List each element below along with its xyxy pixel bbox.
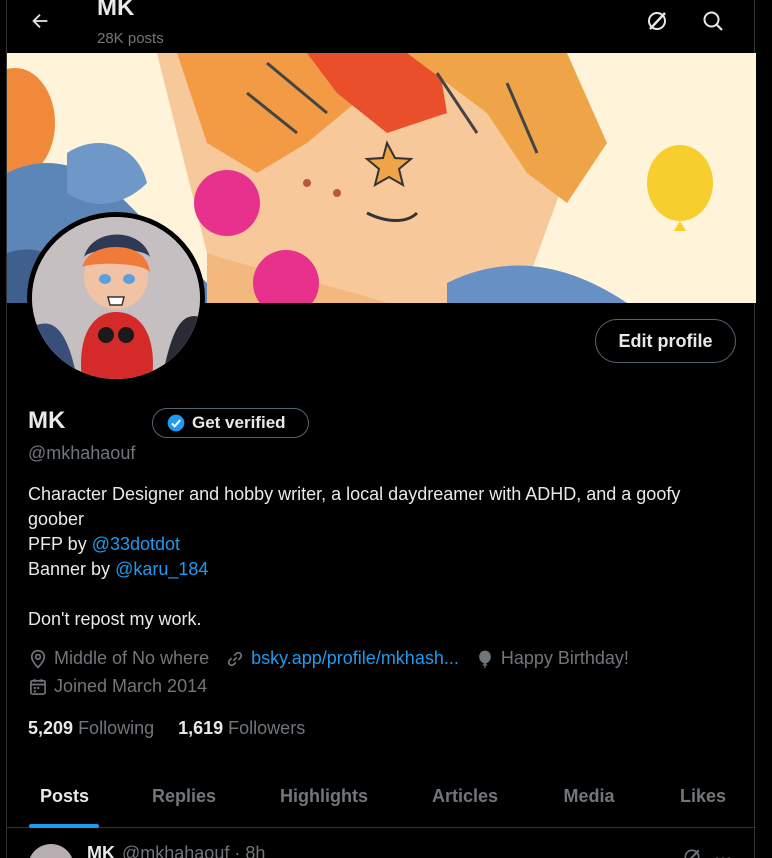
tab-posts[interactable]: Posts [7,765,122,828]
birthday-text: Happy Birthday! [500,648,629,668]
followers-label: Followers [228,718,306,738]
bio-blank-line [28,582,738,607]
bio-line: Banner by @karu_184 [28,557,738,582]
birthday-item: Happy Birthday! [475,648,629,669]
tab-replies[interactable]: Replies [122,765,246,828]
profile-bio: Character Designer and hobby writer, a l… [28,482,738,632]
profile-column: MK 28K posts Edit profile MK Get verifie… [6,0,756,858]
search-button[interactable] [696,4,730,38]
bio-banner-link[interactable]: @karu_184 [115,559,208,579]
post-avatar[interactable] [28,844,74,858]
tab-media[interactable]: Media [528,765,650,828]
balloon-icon [479,650,491,668]
joined-item: Joined March 2014 [28,676,207,697]
followers-count: 1,619 [178,718,224,738]
calendar-icon [30,678,46,695]
profile-tabs: Posts Replies Highlights Articles Media … [7,765,756,828]
tab-label: Likes [679,786,727,806]
profile-meta-row-2: Joined March 2014 [28,676,223,697]
edit-profile-button[interactable]: Edit profile [595,319,736,363]
joined-text: Joined March 2014 [54,676,208,696]
bio-banner-prefix: Banner by [28,559,116,579]
tab-highlights[interactable]: Highlights [246,765,402,828]
verified-badge-icon [167,414,185,432]
tab-label: Media [563,786,615,806]
active-tab-indicator [29,824,99,828]
get-verified-label: Get verified [192,413,286,432]
bio-pfp-link[interactable]: @33dotdot [92,534,180,554]
location-item: Middle of No where [28,648,209,669]
tab-label: Posts [39,786,90,806]
post-author-name[interactable]: MK [87,843,115,858]
location-text: Middle of No where [54,648,210,668]
profile-name: MK [28,407,66,434]
grok-icon[interactable] [682,847,702,858]
profile-handle: @mkhahaouf [28,443,136,463]
profile-avatar[interactable] [27,212,205,384]
bio-line: Don't repost my work. [28,609,202,629]
bio-line: PFP by @33dotdot [28,532,738,557]
header-post-count: 28K posts [97,30,164,47]
tab-likes[interactable]: Likes [650,765,756,828]
tab-label: Highlights [280,786,368,806]
profile-header: MK 28K posts [7,0,754,53]
more-options-icon[interactable] [712,849,734,858]
grok-icon [648,12,666,30]
get-verified-button[interactable]: Get verified [152,408,309,438]
profile-meta-row: Middle of No where bsky.app/profile/mkha… [28,648,645,669]
grok-button[interactable] [640,4,674,38]
tab-articles[interactable]: Articles [402,765,528,828]
following-label: Following [78,718,155,738]
back-button[interactable] [23,4,57,38]
bio-line: Character Designer and hobby writer, a l… [28,484,681,529]
website-link[interactable]: bsky.app/profile/mkhash... [251,648,459,669]
arrow-left-icon [32,13,48,29]
avatar-illustration [32,217,200,379]
search-icon [703,11,723,31]
post-item[interactable]: MK @mkhahaouf · 8h [7,829,756,858]
location-pin-icon [30,649,46,668]
following-link[interactable]: 5,209 Following [28,718,154,739]
link-icon [227,651,243,666]
header-title: MK [97,0,135,21]
tab-label: Replies [151,786,217,806]
website-item[interactable]: bsky.app/profile/mkhash... [225,648,459,669]
follow-counts: 5,209 Following 1,619 Followers [28,718,305,739]
post-author-handle: @mkhahaouf · 8h [122,843,266,858]
following-count: 5,209 [28,718,74,738]
bio-pfp-prefix: PFP by [28,534,92,554]
followers-link[interactable]: 1,619 Followers [178,718,305,739]
tab-label: Articles [431,786,499,806]
